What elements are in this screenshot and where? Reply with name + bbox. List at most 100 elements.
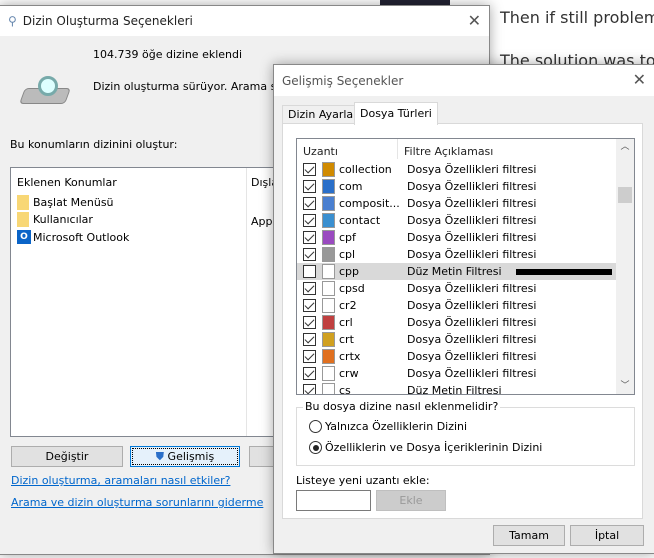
file-type-row[interactable]: crw Dosya Özellikleri filtresi bbox=[297, 365, 616, 382]
file-type-row[interactable]: cpp Düz Metin Filtresi bbox=[297, 263, 616, 280]
radio-button[interactable] bbox=[309, 441, 322, 454]
close-icon[interactable]: ✕ bbox=[633, 70, 646, 89]
column-header-locations[interactable]: Eklenen Konumlar bbox=[17, 176, 117, 189]
advanced-options-dialog: Gelişmiş Seçenekler ✕ Dizin Ayarları Dos… bbox=[273, 64, 654, 554]
add-extension-label: Listeye yeni uzantı ekle: bbox=[296, 474, 430, 487]
checkbox[interactable] bbox=[303, 316, 316, 329]
scrollbar[interactable]: ︿ ﹀ bbox=[616, 139, 634, 394]
filter-description: Dosya Özellikleri filtresi bbox=[407, 163, 537, 176]
background-text: Then if still problems bbox=[500, 8, 654, 27]
checkbox[interactable] bbox=[303, 350, 316, 363]
file-icon bbox=[322, 264, 335, 279]
file-type-row[interactable]: com Dosya Özellikleri filtresi bbox=[297, 178, 616, 195]
scroll-down-icon[interactable]: ﹀ bbox=[616, 378, 634, 394]
cancel-button[interactable]: İptal bbox=[570, 525, 644, 546]
modify-button[interactable]: Değiştir bbox=[11, 446, 123, 467]
checkbox[interactable] bbox=[303, 197, 316, 210]
location-item[interactable]: Kullanıcılar bbox=[17, 212, 93, 227]
folder-icon bbox=[17, 195, 29, 210]
file-icon bbox=[322, 383, 335, 394]
filter-description: Dosya Özellikleri filtresi bbox=[407, 248, 537, 261]
extension: crl bbox=[339, 316, 353, 329]
file-icon bbox=[322, 298, 335, 313]
file-types-list[interactable]: Uzantı Filtre Açıklaması collection Dosya… bbox=[296, 138, 635, 395]
title-bar: ⚲ Dizin Oluşturma Seçenekleri ✕ bbox=[0, 6, 489, 36]
file-icon bbox=[322, 366, 335, 381]
filter-description: Dosya Özellikleri filtresi bbox=[407, 350, 537, 363]
filter-description: Dosya Özellikleri filtresi bbox=[407, 214, 537, 227]
file-type-row[interactable]: cs Düz Metin Filtresi bbox=[297, 382, 616, 395]
advanced-button[interactable]: ⛊ Gelişmiş bbox=[130, 446, 240, 467]
checkbox[interactable] bbox=[303, 214, 316, 227]
checkbox[interactable] bbox=[303, 265, 316, 278]
add-extension-input[interactable] bbox=[296, 490, 371, 511]
checkbox[interactable] bbox=[303, 333, 316, 346]
eye-icon bbox=[322, 196, 335, 211]
certificate-icon bbox=[322, 332, 335, 347]
filter-description: Dosya Özellikleri filtresi bbox=[407, 333, 537, 346]
file-type-row[interactable]: cpl Dosya Özellikleri filtresi bbox=[297, 246, 616, 263]
certificate-list-icon bbox=[322, 315, 335, 330]
checkbox[interactable] bbox=[303, 163, 316, 176]
filter-description: Dosya Özellikleri filtresi bbox=[407, 316, 537, 329]
checkbox[interactable] bbox=[303, 367, 316, 380]
file-type-row[interactable]: cpf Dosya Özellikleri filtresi bbox=[297, 229, 616, 246]
indexing-status: Dizin oluşturma sürüyor. Arama sonuç bbox=[93, 80, 304, 93]
checkbox[interactable] bbox=[303, 248, 316, 261]
add-button[interactable]: Ekle bbox=[376, 490, 446, 511]
file-type-row[interactable]: crtx Dosya Özellikleri filtresi bbox=[297, 348, 616, 365]
control-panel-icon bbox=[322, 247, 335, 262]
scroll-up-icon[interactable]: ︿ bbox=[616, 139, 634, 155]
app-icon bbox=[322, 179, 335, 194]
extension: cs bbox=[339, 384, 351, 395]
index-method-group: Bu dosya dizine nasıl eklenmelidir? Yaln… bbox=[296, 400, 635, 466]
filter-description: Dosya Özellikleri filtresi bbox=[407, 282, 537, 295]
file-type-row[interactable]: collection Dosya Özellikleri filtresi bbox=[297, 161, 616, 178]
scrollbar-thumb[interactable] bbox=[618, 187, 632, 203]
radio-properties-and-contents[interactable]: Özelliklerin ve Dosya İçeriklerinin Dizi… bbox=[309, 441, 542, 454]
file-type-row[interactable]: crl Dosya Özellikleri filtresi bbox=[297, 314, 616, 331]
indexing-icon: ⚲ bbox=[8, 14, 17, 28]
extension: cpl bbox=[339, 248, 356, 261]
radio-button[interactable] bbox=[309, 420, 322, 433]
window-title: Dizin Oluşturma Seçenekleri bbox=[22, 14, 193, 28]
filter-description: Dosya Özellikleri filtresi bbox=[407, 197, 537, 210]
location-item[interactable]: O Microsoft Outlook bbox=[17, 230, 129, 244]
help-link-troubleshoot[interactable]: Arama ve dizin oluşturma sorunlarını gid… bbox=[11, 496, 263, 509]
ok-button[interactable]: Tamam bbox=[493, 525, 565, 546]
tab-panel: Uzantı Filtre Açıklaması collection Dosya… bbox=[282, 123, 643, 519]
file-type-row[interactable]: composit... Dosya Özellikleri filtresi bbox=[297, 195, 616, 212]
file-type-row[interactable]: cpsd Dosya Özellikleri filtresi bbox=[297, 280, 616, 297]
contact-card-icon bbox=[322, 213, 335, 228]
checkbox[interactable] bbox=[303, 180, 316, 193]
outlook-icon: O bbox=[17, 230, 31, 244]
folder-icon bbox=[17, 212, 29, 227]
dialog-title: Gelişmiş Seçenekler bbox=[282, 73, 404, 88]
checkbox[interactable] bbox=[303, 384, 316, 394]
extension: cpsd bbox=[339, 282, 365, 295]
help-link-indexing[interactable]: Dizin oluşturma, aramaları nasıl etkiler… bbox=[11, 474, 230, 487]
column-header-filter[interactable]: Filtre Açıklaması bbox=[404, 145, 493, 158]
tab-file-types[interactable]: Dosya Türleri bbox=[354, 102, 438, 125]
bridge-icon bbox=[322, 162, 335, 177]
filter-description: Dosya Özellikleri filtresi bbox=[407, 367, 537, 380]
file-type-row[interactable]: crt Dosya Özellikleri filtresi bbox=[297, 331, 616, 348]
items-indexed-count: 104.739 öğe dizine eklendi bbox=[93, 48, 243, 61]
file-type-row[interactable]: cr2 Dosya Özellikleri filtresi bbox=[297, 297, 616, 314]
indexer-drive-icon bbox=[19, 76, 71, 104]
extension: collection bbox=[339, 163, 392, 176]
extension: cr2 bbox=[339, 299, 357, 312]
location-item[interactable]: Başlat Menüsü bbox=[17, 195, 114, 210]
column-header-extension[interactable]: Uzantı bbox=[303, 145, 338, 158]
extension: cpp bbox=[339, 265, 360, 278]
filter-description: Dosya Özellikleri filtresi bbox=[407, 180, 537, 193]
close-icon[interactable]: ✕ bbox=[468, 11, 481, 30]
file-icon bbox=[322, 281, 335, 296]
extension: crw bbox=[339, 367, 359, 380]
checkbox[interactable] bbox=[303, 282, 316, 295]
checkbox[interactable] bbox=[303, 231, 316, 244]
filter-description: Düz Metin Filtresi bbox=[407, 265, 502, 278]
file-type-row[interactable]: contact Dosya Özellikleri filtresi bbox=[297, 212, 616, 229]
checkbox[interactable] bbox=[303, 299, 316, 312]
radio-properties-only[interactable]: Yalnızca Özelliklerin Dizini bbox=[309, 420, 467, 433]
